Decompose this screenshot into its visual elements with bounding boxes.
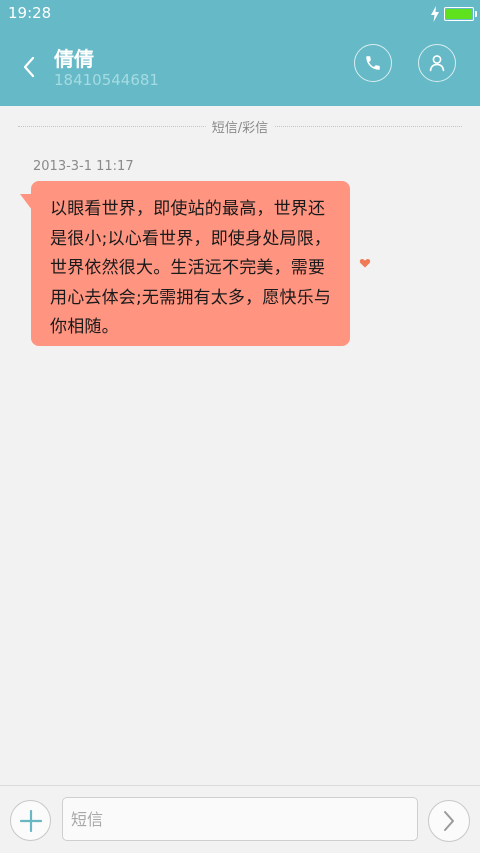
person-icon	[429, 55, 445, 72]
message-bubble[interactable]: 以眼看世界，即使站的最高，世界还是很小;以心看世界，即使身处局限，世界依然很大。…	[31, 181, 350, 346]
message-text: 以眼看世界，即使站的最高，世界还是很小;以心看世界，即使身处局限，世界依然很大。…	[50, 199, 332, 337]
back-button[interactable]	[14, 50, 44, 84]
sms-input[interactable]	[62, 797, 418, 841]
contact-name: 倩倩	[54, 47, 94, 71]
message-timestamp: 2013-3-1 11:17	[33, 159, 134, 174]
conversation-header: 19:28 倩倩 18410544681	[0, 0, 480, 106]
chevron-right-icon	[444, 811, 454, 831]
chevron-left-icon	[23, 56, 35, 78]
message-type-label: 短信/彩信	[205, 117, 275, 136]
message-type-divider: 短信/彩信	[18, 116, 462, 136]
call-button[interactable]	[354, 44, 392, 82]
composer-bar	[0, 785, 480, 853]
contact-info-button[interactable]	[418, 44, 456, 82]
contact-number: 18410544681	[54, 71, 159, 89]
battery-icon	[444, 7, 477, 21]
bolt-icon	[431, 6, 439, 22]
plus-icon	[19, 809, 42, 832]
add-attachment-button[interactable]	[10, 800, 51, 841]
phone-icon	[366, 56, 380, 70]
status-bar: 19:28	[0, 0, 480, 28]
heart-icon	[359, 258, 371, 268]
send-button[interactable]	[428, 800, 470, 842]
status-time: 19:28	[8, 4, 52, 22]
